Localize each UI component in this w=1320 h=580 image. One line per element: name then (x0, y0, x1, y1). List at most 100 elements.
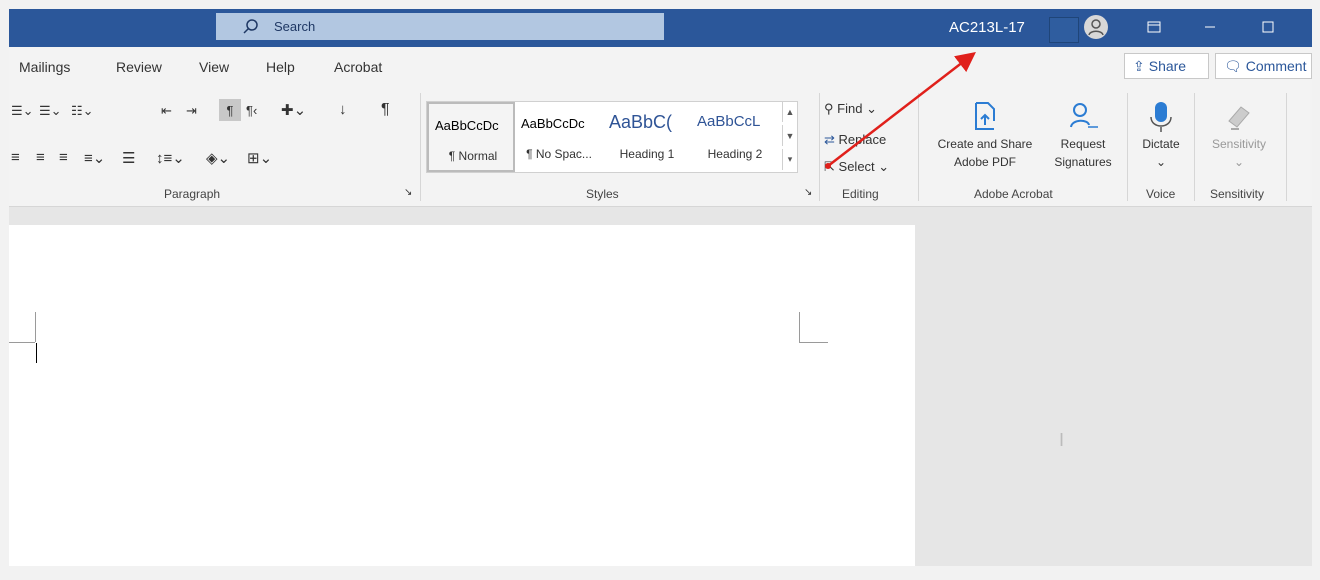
adobe-group-label: Adobe Acrobat (974, 187, 1053, 201)
voice-group-label: Voice (1146, 187, 1176, 201)
style-preview: AaBbCcDc (521, 116, 585, 131)
create-pdf-line2: Adobe PDF (953, 155, 1017, 169)
editing-group-label: Editing (842, 187, 879, 201)
replace-icon: ⇄ (824, 132, 835, 147)
tab-mailings[interactable]: Mailings (19, 59, 70, 75)
style-name: ¶ Normal (448, 149, 498, 163)
decrease-indent-icon[interactable]: ⇤ (161, 103, 172, 119)
tab-view[interactable]: View (199, 59, 229, 75)
search-icon (243, 18, 258, 34)
paragraph-group-label: Paragraph (164, 187, 221, 201)
search-label: Search (274, 19, 316, 34)
chevron-down-icon: ⌄ (1155, 155, 1167, 169)
chevron-down-icon: ⌄ (866, 101, 877, 116)
style-name: Heading 1 (619, 147, 675, 161)
styles-more-icon[interactable]: ▾ (782, 149, 797, 170)
find-icon: ⚲ (824, 101, 834, 116)
sensitivity-button[interactable]: Sensitivity ⌄ (1199, 97, 1279, 177)
person-icon (1088, 19, 1104, 36)
crop-mark (9, 342, 35, 343)
sensitivity-icon (1228, 106, 1250, 130)
cursor-icon: ⇱ (824, 159, 835, 174)
align-right-icon[interactable]: ≡ (59, 149, 68, 166)
share-label: Share (1148, 58, 1187, 74)
search-box[interactable]: Search (216, 13, 664, 40)
style-heading-2[interactable]: AaBbCcL Heading 2 (691, 102, 779, 172)
shading-icon[interactable]: ◈⌄ (206, 149, 230, 167)
styles-scroll-down-icon[interactable]: ▼ (782, 125, 797, 146)
paragraph-launcher-icon[interactable]: ↘ (404, 187, 412, 198)
style-heading-1[interactable]: AaBbC( Heading 1 (603, 102, 691, 172)
crop-mark (799, 312, 800, 342)
divider (1127, 93, 1128, 201)
text-cursor (36, 343, 37, 363)
show-marks-icon[interactable]: ¶ (381, 101, 390, 119)
increase-indent-icon[interactable]: ⇥ (186, 103, 197, 119)
user-box (1049, 17, 1079, 43)
divider (1194, 93, 1195, 201)
minimize-icon[interactable] (1198, 17, 1222, 37)
style-preview: AaBbCcL (697, 113, 761, 130)
divider (420, 93, 421, 201)
sensitivity-group-label: Sensitivity (1210, 187, 1265, 201)
request-line2: Signatures (1054, 155, 1112, 169)
dictate-button[interactable]: Dictate ⌄ (1133, 97, 1189, 177)
borders-icon[interactable]: ⊞⌄ (247, 149, 272, 167)
word-window: Search AC213L-17 Mailings Review View He… (9, 9, 1312, 566)
ltr-icon[interactable]: ¶ (219, 99, 241, 121)
maximize-icon[interactable] (1256, 17, 1280, 37)
select-label: Select (838, 159, 875, 174)
request-line1: Request (1060, 137, 1106, 151)
bullets-icon[interactable]: ☰⌄ (11, 103, 34, 119)
divider (819, 93, 820, 201)
tab-help[interactable]: Help (266, 59, 295, 75)
style-normal[interactable]: AaBbCcDc ¶ Normal (427, 102, 515, 172)
microphone-icon (1150, 102, 1172, 132)
styles-gallery: AaBbCcDc ¶ Normal AaBbCcDc ¶ No Spac... … (426, 101, 798, 173)
select-button[interactable]: ⇱ Select ⌄ (824, 159, 889, 175)
user-name[interactable]: AC213L-17 (949, 19, 1025, 36)
create-share-pdf-button[interactable]: Create and Share Adobe PDF (929, 97, 1041, 177)
replace-button[interactable]: ⇄ Replace (824, 132, 886, 148)
ibeam-cursor-icon: I (1059, 430, 1065, 450)
crop-mark (799, 342, 828, 343)
find-button[interactable]: ⚲ Find ⌄ (824, 101, 877, 117)
create-pdf-line1: Create and Share (937, 137, 1033, 151)
dictate-label: Dictate (1142, 137, 1180, 151)
chevron-down-icon: ⌄ (878, 159, 890, 174)
numbering-icon[interactable]: ☰⌄ (39, 103, 62, 119)
multilevel-list-icon[interactable]: ☷⌄ (71, 103, 94, 119)
document-page[interactable] (9, 225, 915, 566)
align-center-icon[interactable]: ≡ (36, 149, 45, 166)
divider (1286, 93, 1287, 201)
align-left-icon[interactable]: ≡ (11, 149, 20, 166)
style-no-spacing[interactable]: AaBbCcDc ¶ No Spac... (515, 102, 603, 172)
comments-button[interactable]: 🗨 Comment (1215, 53, 1312, 79)
tab-acrobat[interactable]: Acrobat (334, 59, 382, 75)
request-signatures-button[interactable]: Request Signatures (1043, 97, 1123, 177)
share-icon: ⇪ (1133, 57, 1145, 74)
sensitivity-button-label: Sensitivity (1211, 137, 1267, 151)
asian-layout-icon[interactable]: ✚⌄ (281, 101, 306, 119)
ribbon-display-icon[interactable] (1142, 17, 1166, 37)
style-name: ¶ No Spac... (526, 147, 592, 161)
sort-icon[interactable]: ↓ (339, 101, 347, 118)
style-preview: AaBbC( (609, 112, 673, 132)
crop-mark (35, 312, 36, 342)
divider (918, 93, 919, 201)
pdf-icon (975, 102, 995, 130)
justify-icon[interactable]: ≡⌄ (84, 149, 105, 167)
tab-review[interactable]: Review (116, 59, 162, 75)
find-label: Find (837, 101, 863, 116)
rtl-icon[interactable]: ¶‹ (246, 103, 257, 118)
replace-label: Replace (838, 132, 887, 147)
distributed-icon[interactable]: ☰ (122, 149, 135, 167)
styles-scroll-up-icon[interactable]: ▲ (782, 101, 797, 122)
comment-icon: 🗨 (1224, 57, 1242, 74)
line-spacing-icon[interactable]: ↕≡⌄ (156, 149, 185, 167)
style-name: Heading 2 (707, 147, 763, 161)
avatar[interactable] (1084, 15, 1108, 39)
share-button[interactable]: ⇪ Share (1124, 53, 1209, 79)
styles-launcher-icon[interactable]: ↘ (804, 187, 812, 198)
signature-icon (1070, 103, 1098, 128)
